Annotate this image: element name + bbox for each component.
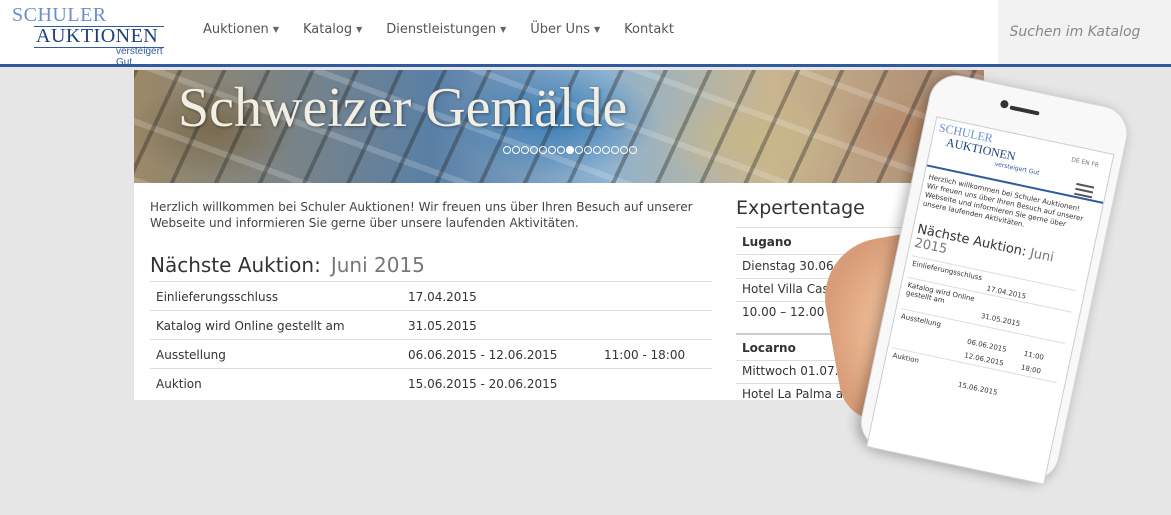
nav-label: Kontakt	[624, 22, 674, 37]
main-nav: Auktionen ▼ Katalog ▼ Dienstleistungen ▼ Üb…	[203, 22, 674, 37]
carousel-dot[interactable]	[575, 146, 583, 154]
next-auction-heading: Nächste Auktion: Juni 2015	[150, 253, 425, 277]
mobile-auction-month: Juni	[1028, 245, 1056, 266]
row-date: 17.04.2015	[408, 290, 477, 304]
table-row: Katalog wird Online gestellt am 31.05.20…	[150, 310, 712, 339]
nav-item-auktionen[interactable]: Auktionen ▼	[203, 22, 279, 37]
mobile-row-time: 11:00	[1023, 349, 1045, 362]
row-label: Katalog wird Online gestellt am	[156, 319, 345, 333]
camera-icon	[999, 99, 1010, 109]
logo[interactable]: SCHULER AUKTIONEN versteigert Gut	[12, 4, 172, 68]
carousel-dot[interactable]	[521, 146, 529, 154]
nav-item-ueber-uns[interactable]: Über Uns ▼	[530, 22, 600, 37]
logo-line-2: AUKTIONEN	[36, 25, 159, 47]
hero-banner[interactable]: Schweizer Gemälde	[134, 70, 984, 183]
caret-down-icon: ▼	[500, 25, 507, 34]
nav-label: Auktionen	[203, 22, 269, 37]
logo-tagline: versteigert Gut	[116, 46, 163, 68]
carousel-dot[interactable]	[557, 146, 565, 154]
mobile-row-label: Einlieferungsschluss	[911, 259, 983, 283]
welcome-text: Herzlich willkommen bei Schuler Auktione…	[150, 200, 693, 230]
search-input[interactable]	[1007, 23, 1162, 41]
carousel-dot[interactable]	[512, 146, 520, 154]
language-switch[interactable]: DE EN FR	[1071, 156, 1100, 169]
mobile-row-label: Auktion	[891, 351, 920, 365]
table-row: Ausstellung 06.06.2015 - 12.06.2015 11:0…	[150, 339, 712, 368]
carousel-dot[interactable]	[503, 146, 511, 154]
row-label: Ausstellung	[156, 348, 226, 362]
auction-schedule-table: Einlieferungsschluss 17.04.2015 Katalog …	[150, 281, 712, 397]
nav-label: Katalog	[302, 22, 353, 37]
expert-city: Lugano	[742, 235, 792, 249]
carousel-dot[interactable]	[620, 146, 628, 154]
table-row: Einlieferungsschluss 17.04.2015	[150, 281, 712, 310]
carousel-dots	[503, 146, 637, 154]
mobile-row-label: Ausstellung	[900, 312, 942, 329]
mobile-row-value: 06.06.2015	[966, 337, 1008, 354]
caret-down-icon: ▼	[272, 25, 279, 34]
expert-city: Locarno	[742, 341, 796, 355]
row-label: Auktion	[156, 377, 202, 391]
carousel-dot[interactable]	[566, 146, 574, 154]
row-label: Einlieferungsschluss	[156, 290, 279, 304]
carousel-dot[interactable]	[629, 146, 637, 154]
nav-item-katalog[interactable]: Katalog ▼	[303, 22, 362, 37]
nav-item-dienstleistungen[interactable]: Dienstleistungen ▼	[386, 22, 506, 37]
next-auction-date: Juni 2015	[330, 253, 425, 277]
nav-item-kontakt[interactable]: Kontakt	[624, 22, 674, 37]
table-row: Auktion 15.06.2015 - 20.06.2015	[150, 368, 712, 397]
row-date: 06.06.2015 - 12.06.2015	[408, 348, 558, 362]
header: SCHULER AUKTIONEN versteigert Gut Auktio…	[0, 0, 1171, 68]
row-date: 15.06.2015 - 20.06.2015	[408, 377, 558, 391]
nav-label: Über Uns	[530, 22, 591, 37]
carousel-dot[interactable]	[611, 146, 619, 154]
search-box	[998, 0, 1171, 64]
caret-down-icon: ▼	[356, 25, 363, 34]
row-date: 31.05.2015	[408, 319, 477, 333]
nav-label: Dienstleistungen	[386, 22, 497, 37]
caret-down-icon: ▼	[594, 25, 601, 34]
carousel-dot[interactable]	[548, 146, 556, 154]
mobile-logo-tagline: versteigert Gut	[994, 160, 1041, 177]
carousel-dot[interactable]	[602, 146, 610, 154]
mobile-row-time-2: 18:00	[1020, 363, 1042, 376]
logo-line-1: SCHULER	[12, 4, 107, 26]
carousel-dot[interactable]	[539, 146, 547, 154]
row-time: 11:00 - 18:00	[604, 348, 686, 362]
carousel-dot[interactable]	[530, 146, 538, 154]
next-auction-label: Nächste Auktion:	[150, 253, 321, 277]
carousel-dot[interactable]	[593, 146, 601, 154]
banner-title: Schweizer Gemälde	[178, 77, 628, 139]
mobile-row-value: 15.06.2015	[957, 380, 999, 397]
carousel-dot[interactable]	[584, 146, 592, 154]
speaker-icon	[1009, 105, 1040, 116]
